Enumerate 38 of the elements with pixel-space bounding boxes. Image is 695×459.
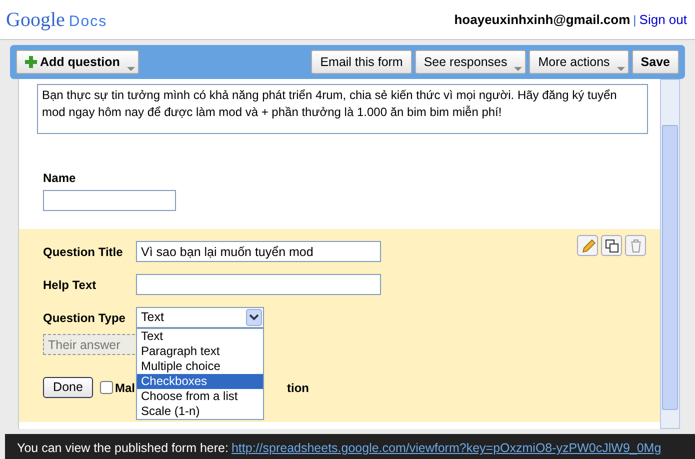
plus-icon [25, 56, 37, 68]
scrollbar[interactable] [660, 79, 680, 429]
toolbar-button[interactable]: Email this form [311, 50, 412, 74]
add-question-button[interactable]: Add question [16, 50, 139, 74]
description-field[interactable]: Bạn thực sự tin tưởng mình có khả năng phát triển 4rum, chia sẻ kiến thức vì mọi người. Hãy đăng ký tuyển mod ngay hôm nay để được làm mod và + phần thưởng là 1.000 ăn bim bim miễn phí! [37, 84, 648, 134]
logo-wordmark: Google [6, 8, 65, 32]
field-label: Help Text [43, 276, 98, 294]
product-name: Docs [68, 12, 108, 32]
toolbar-button[interactable]: See responses [414, 50, 526, 74]
sign-out-link[interactable]: Sign out [639, 10, 687, 30]
question-type-select[interactable]: Text [136, 307, 264, 328]
question-title: Name [43, 170, 77, 187]
required-label-start: Mal [115, 380, 136, 396]
dropdown-option[interactable]: Checkboxes [137, 374, 263, 389]
published-form-link[interactable]: http://spreadsheets.google.com/viewform?key=pOxzmiO8-yzPW0cJlW9_0Mg [231, 439, 662, 458]
save-button[interactable]: Save [632, 50, 679, 74]
dropdown-option[interactable]: Scale (1-n) [137, 404, 263, 419]
answer-field[interactable] [43, 190, 176, 211]
copy-button[interactable] [601, 235, 622, 256]
done-button[interactable]: Done [43, 377, 93, 398]
field-label: Question Title [43, 244, 124, 260]
dropdown-option[interactable]: Choose from a list [137, 389, 263, 404]
status-text: You can view the published form here: [17, 440, 228, 458]
account-email: hoayeuxinhxinh@gmail.com [454, 10, 630, 29]
field-label: Question Type [43, 310, 126, 326]
toolbar-button[interactable]: More actions [529, 50, 629, 74]
answer-preview-field[interactable]: Their answer [43, 334, 135, 355]
separator: | [633, 12, 636, 28]
help-text-field[interactable] [136, 274, 381, 295]
dropdown-option[interactable]: Text [137, 329, 263, 344]
required-checkbox[interactable] [100, 381, 113, 394]
question-title-field[interactable]: Vì sao bạn lại muốn tuyển mod [136, 241, 381, 262]
dropdown-option[interactable]: Paragraph text [137, 344, 263, 359]
required-label-end: tion [287, 380, 310, 396]
dropdown-option[interactable]: Multiple choice [137, 359, 263, 374]
pencil-icon [580, 238, 596, 254]
pencil-button[interactable] [577, 235, 598, 256]
copy-icon [604, 238, 620, 254]
